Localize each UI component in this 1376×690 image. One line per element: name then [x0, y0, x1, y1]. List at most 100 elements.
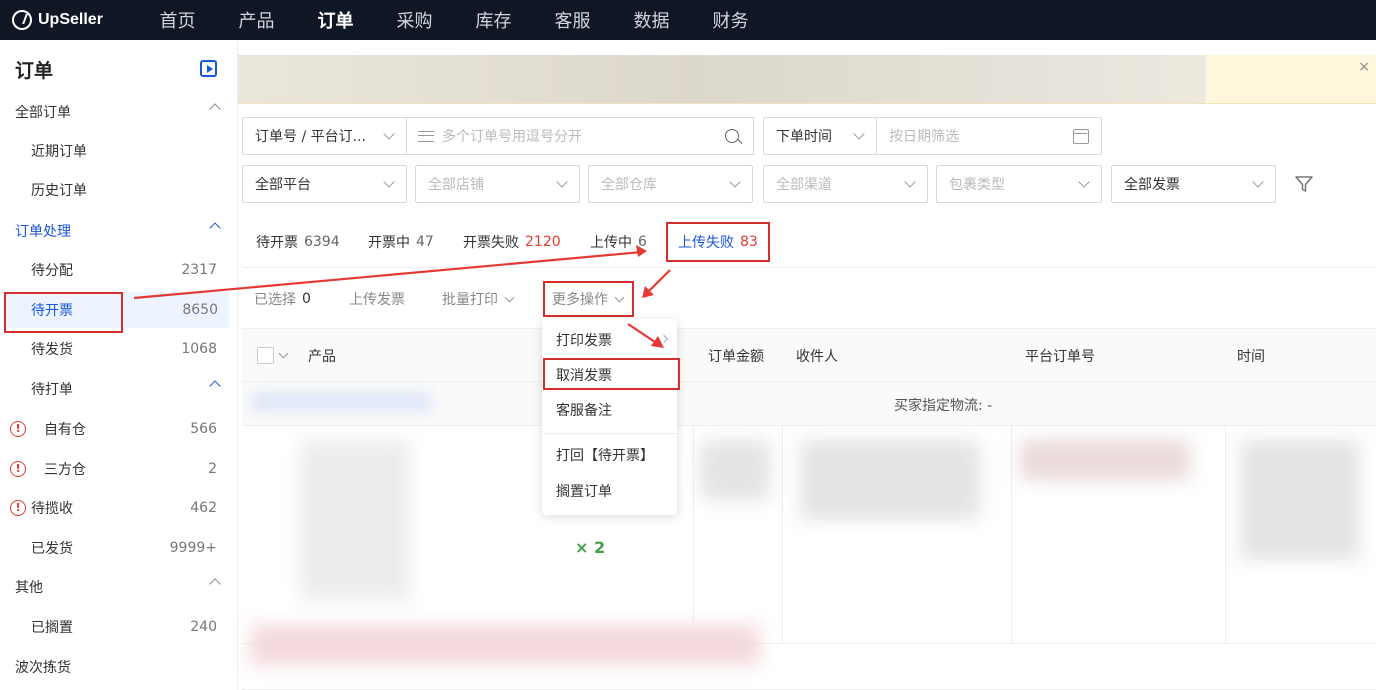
- select-value: 全部仓库: [601, 177, 657, 193]
- menu-item-print-invoice[interactable]: 打印发票: [542, 323, 677, 357]
- time-type-select[interactable]: 下单时间: [763, 117, 877, 155]
- upload-invoice-button[interactable]: 上传发票: [349, 280, 405, 318]
- search-icon[interactable]: [725, 129, 739, 143]
- chevron-down-icon: [853, 128, 865, 140]
- tab-count: 47: [416, 234, 434, 250]
- column-divider: [1225, 426, 1226, 644]
- sidebar-group-other[interactable]: 其他: [0, 569, 238, 605]
- sidebar-item-on-hold[interactable]: 已搁置 240: [0, 609, 238, 645]
- invoice-select[interactable]: 全部发票: [1111, 165, 1276, 203]
- order-number-type-select[interactable]: 订单号 / 平台订...: [242, 117, 407, 155]
- select-value: 全部渠道: [776, 177, 832, 193]
- chevron-down-icon: [383, 128, 395, 140]
- sidebar-item-count: 2317: [181, 262, 217, 278]
- buyer-logistics: 买家指定物流: -: [894, 398, 993, 414]
- tab-uploading[interactable]: 上传中 6: [590, 222, 647, 262]
- menu-item-label: 搁置订单: [556, 484, 612, 500]
- sidebar-item-recent-orders[interactable]: 近期订单: [0, 133, 238, 169]
- batch-print-label: 批量打印: [442, 292, 498, 308]
- sidebar-item-shipped[interactable]: 已发货 9999+: [0, 530, 238, 566]
- nav-finance[interactable]: 财务: [691, 7, 770, 33]
- tab-to-invoice[interactable]: 待开票 6394: [256, 222, 340, 262]
- nav-products[interactable]: 产品: [217, 7, 296, 33]
- chevron-right-icon: [659, 334, 669, 344]
- batch-print-button[interactable]: 批量打印: [442, 280, 515, 318]
- sidebar-item-label: 其他: [15, 580, 43, 596]
- nav-inventory[interactable]: 库存: [454, 7, 533, 33]
- annotation-box-sidebar: [4, 292, 123, 333]
- nav-purchase[interactable]: 采购: [375, 7, 454, 33]
- sidebar-item-to-pickup[interactable]: ! 待揽收 462: [0, 490, 238, 526]
- sidebar-title: 订单: [15, 60, 54, 82]
- chevron-up-icon: [209, 222, 221, 234]
- column-header-product: 产品: [308, 349, 336, 365]
- chevron-up-icon: [209, 103, 221, 115]
- chevron-down-icon: [904, 176, 916, 188]
- sidebar-item-count: 566: [190, 421, 217, 437]
- date-range-picker[interactable]: 按日期筛选: [876, 117, 1102, 155]
- notice-banner: ×: [238, 55, 1376, 104]
- logo[interactable]: UpSeller: [0, 10, 138, 30]
- tab-label: 开票中: [368, 235, 410, 251]
- order-search-input[interactable]: 多个订单号用逗号分开: [406, 117, 754, 155]
- chevron-down-icon: [504, 292, 515, 302]
- select-all-checkbox[interactable]: [257, 347, 274, 364]
- menu-item-hold-order[interactable]: 搁置订单: [542, 474, 677, 508]
- sidebar-item-third-party-warehouse[interactable]: ! 三方仓 2: [0, 451, 238, 487]
- sidebar-item-own-warehouse[interactable]: ! 自有仓 566: [0, 411, 238, 447]
- nav-data[interactable]: 数据: [612, 7, 691, 33]
- tab-invoicing[interactable]: 开票中 47: [368, 222, 434, 262]
- filter-icon[interactable]: [1294, 174, 1314, 194]
- platform-select[interactable]: 全部平台: [242, 165, 407, 203]
- sidebar-item-to-ship[interactable]: 待发货 1068: [0, 331, 238, 367]
- sidebar-item-to-assign[interactable]: 待分配 2317: [0, 252, 238, 288]
- column-divider: [782, 426, 783, 644]
- sidebar: 订单 全部订单 近期订单 历史订单 订单处理 待分配 2317 待开票 8650…: [0, 40, 238, 690]
- nav-customer-service[interactable]: 客服: [533, 7, 612, 33]
- sidebar-group-to-print[interactable]: 待打单: [0, 371, 238, 407]
- select-value: 包裹类型: [949, 177, 1005, 193]
- tab-count: 83: [740, 234, 758, 250]
- chevron-down-icon[interactable]: [278, 348, 289, 359]
- menu-item-return-to-invoice[interactable]: 打回【待开票】: [542, 438, 677, 472]
- sidebar-item-label: 待分配: [31, 263, 73, 279]
- nav-home[interactable]: 首页: [138, 7, 217, 33]
- quantity-label: × 2: [575, 538, 606, 557]
- sidebar-item-label: 全部订单: [15, 105, 71, 121]
- store-select[interactable]: 全部店铺: [415, 165, 580, 203]
- column-header-platform-order-no: 平台订单号: [1025, 349, 1095, 365]
- package-type-select[interactable]: 包裹类型: [936, 165, 1102, 203]
- sidebar-item-history-orders[interactable]: 历史订单: [0, 172, 238, 208]
- close-icon[interactable]: ×: [1358, 59, 1370, 75]
- sidebar-group-order-processing[interactable]: 订单处理: [0, 213, 238, 249]
- top-nav-menu: 首页 产品 订单 采购 库存 客服 数据 财务: [138, 7, 770, 33]
- blurred-recipient: [800, 440, 980, 520]
- chevron-down-icon: [729, 176, 741, 188]
- menu-item-service-note[interactable]: 客服备注: [542, 393, 677, 427]
- select-value: 订单号 / 平台订...: [255, 129, 366, 145]
- sidebar-group-all-orders[interactable]: 全部订单: [0, 94, 238, 130]
- tab-count: 6: [638, 234, 647, 250]
- nav-orders[interactable]: 订单: [296, 7, 375, 33]
- tab-count: 2120: [525, 234, 561, 250]
- table-row-footer: [242, 644, 1376, 690]
- sidebar-item-count: 240: [190, 619, 217, 635]
- warehouse-select[interactable]: 全部仓库: [588, 165, 753, 203]
- sidebar-item-wave-picking[interactable]: 波次拣货: [0, 649, 238, 685]
- upseller-logo-icon: [12, 10, 32, 30]
- calendar-icon: [1073, 129, 1089, 144]
- select-value: 全部发票: [1124, 177, 1180, 193]
- table-header: 产品 订单金额 收件人 平台订单号 时间: [242, 328, 1376, 382]
- selected-count: 已选择 0: [254, 280, 311, 318]
- sidebar-item-label: 订单处理: [15, 224, 71, 240]
- tabs-divider: [242, 267, 1376, 268]
- channel-select[interactable]: 全部渠道: [763, 165, 928, 203]
- tab-upload-failed[interactable]: 上传失败 83: [666, 222, 770, 262]
- warning-icon: !: [10, 500, 26, 516]
- annotation-box-more-actions: [543, 281, 634, 317]
- tab-invoice-failed[interactable]: 开票失败 2120: [463, 222, 561, 262]
- sidebar-item-label: 已发货: [31, 541, 73, 557]
- play-tutorial-icon[interactable]: [200, 60, 217, 77]
- chevron-down-icon: [383, 176, 395, 188]
- sidebar-item-label: 待发货: [31, 342, 73, 358]
